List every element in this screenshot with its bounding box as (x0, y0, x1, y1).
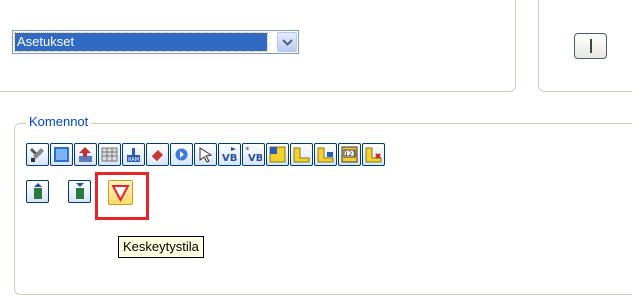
yellow-folder-button[interactable] (290, 143, 313, 166)
step-button[interactable] (170, 143, 193, 166)
vb-arrow-icon: VB (222, 147, 237, 163)
chevron-down-icon (282, 39, 293, 46)
arrow-up-icon (79, 147, 92, 162)
counter-123-button[interactable]: 123 (338, 143, 361, 166)
yellow-folder-icon (293, 147, 310, 163)
dropdown-arrow-button[interactable] (277, 32, 297, 52)
bottle-down-button[interactable] (68, 180, 91, 203)
ram-button[interactable]: RAM (122, 143, 145, 166)
commands-group-label: Komennot (26, 114, 92, 130)
grid-button[interactable] (98, 143, 121, 166)
bottle-up-icon (34, 183, 42, 199)
blue-panel-button[interactable] (50, 143, 73, 166)
pointer-button[interactable] (194, 143, 217, 166)
yellow-window-button[interactable] (266, 143, 289, 166)
grid-icon (101, 147, 118, 162)
yellow-folder-red-icon (365, 147, 382, 163)
yellow-window-icon (269, 146, 286, 163)
tools-button[interactable] (26, 143, 49, 166)
eraser-icon (150, 150, 163, 163)
pointer-icon (199, 147, 213, 163)
eraser-button[interactable] (146, 143, 169, 166)
bottle-down-icon (76, 183, 84, 199)
bottle-up-button[interactable] (26, 180, 49, 203)
svg-text:*: * (245, 146, 250, 156)
highlight-box (95, 172, 149, 220)
yellow-folder-blue-icon (317, 147, 334, 163)
bar-icon (590, 39, 592, 53)
vb-star-icon: VB* (245, 146, 262, 163)
arrow-up-button[interactable] (74, 143, 97, 166)
vb-arrow-button[interactable]: VB (218, 143, 241, 166)
counter-123-icon: 123 (341, 146, 358, 163)
svg-text:VB: VB (248, 153, 262, 163)
ram-icon: RAM (127, 148, 140, 163)
small-button[interactable] (574, 33, 607, 59)
vb-star-button[interactable]: VB * (242, 143, 265, 166)
tools-icon (30, 148, 44, 162)
svg-text:RAM: RAM (128, 157, 139, 163)
settings-select[interactable]: Asetukset (12, 30, 299, 54)
yellow-folder-red-button[interactable] (362, 143, 385, 166)
tooltip: Keskeytystila (118, 236, 204, 258)
step-icon (175, 148, 188, 161)
settings-select-value: Asetukset (14, 32, 268, 52)
yellow-folder-blue-button[interactable] (314, 143, 337, 166)
blue-panel-icon (54, 147, 69, 162)
svg-text:123: 123 (345, 151, 357, 158)
svg-text:VB: VB (222, 153, 237, 163)
